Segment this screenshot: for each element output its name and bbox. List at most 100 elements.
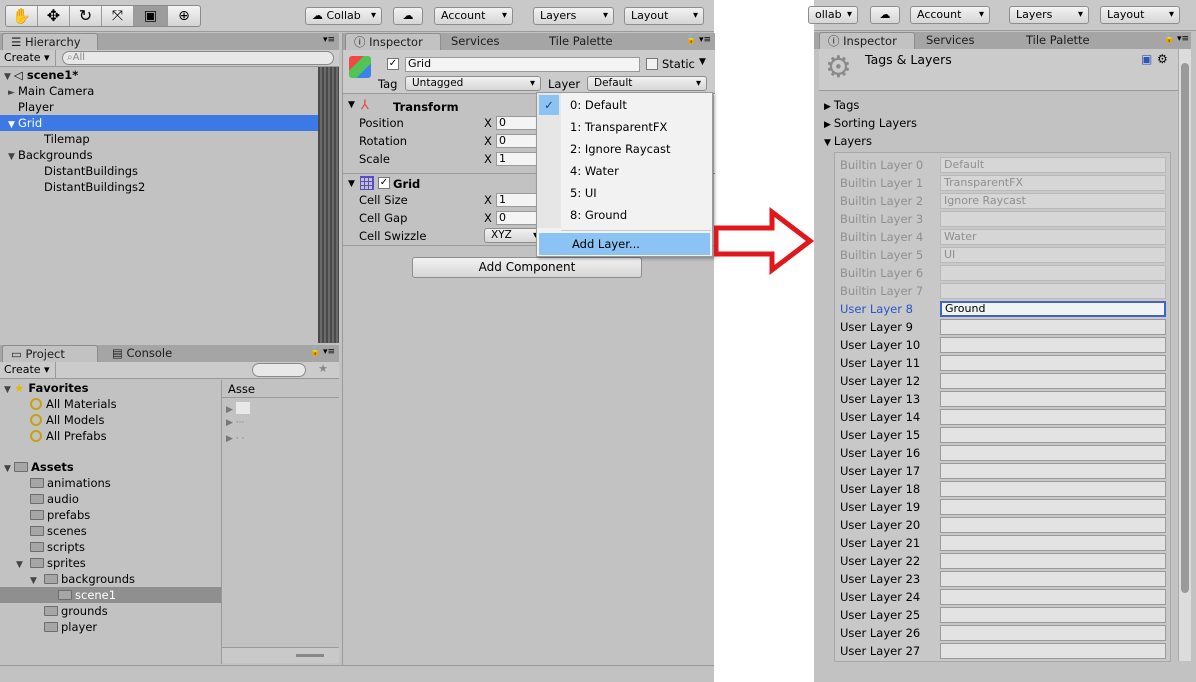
- static-checkbox[interactable]: [646, 58, 658, 70]
- layer-row[interactable]: User Layer 25: [840, 607, 1170, 623]
- hierarchy-row[interactable]: Tilemap: [0, 131, 318, 147]
- transform-x-field[interactable]: 0: [496, 134, 541, 148]
- asset-folder-row[interactable]: animations: [0, 475, 221, 491]
- hierarchy-row[interactable]: Player: [0, 99, 318, 115]
- layer-name-field[interactable]: [940, 553, 1166, 569]
- asset-folder-row[interactable]: audio: [0, 491, 221, 507]
- panel-menu-icon[interactable]: ▾≡: [1177, 34, 1189, 44]
- asset-item[interactable]: ▶ · ·: [226, 434, 244, 444]
- asset-folder-row[interactable]: prefabs: [0, 507, 221, 523]
- scale-tool-icon[interactable]: ⤧: [102, 6, 134, 26]
- layer-row[interactable]: User Layer 13: [840, 391, 1170, 407]
- asset-folder-row[interactable]: grounds: [0, 603, 221, 619]
- layer-row[interactable]: User Layer 15: [840, 427, 1170, 443]
- asset-folder-row[interactable]: scene1: [0, 587, 221, 603]
- asset-folder-row[interactable]: ▼ backgrounds: [0, 571, 221, 587]
- project-search-input[interactable]: [252, 363, 306, 377]
- favorite-row[interactable]: All Prefabs: [0, 428, 221, 444]
- layer-row[interactable]: User Layer 19: [840, 499, 1170, 515]
- active-checkbox[interactable]: ✓: [387, 58, 399, 70]
- asset-item[interactable]: ▶ ···: [226, 418, 244, 428]
- layer-name-field[interactable]: [940, 391, 1166, 407]
- layer-name-field[interactable]: [940, 373, 1166, 389]
- layer-row[interactable]: User Layer 17: [840, 463, 1170, 479]
- layer-menu-item[interactable]: 4: Water: [537, 160, 712, 182]
- tab-hierarchy[interactable]: ☰ Hierarchy: [2, 33, 98, 50]
- panel-menu-icon[interactable]: ▾≡: [699, 35, 711, 45]
- layer-name-field[interactable]: [940, 643, 1166, 659]
- layer-row[interactable]: User Layer 10: [840, 337, 1170, 353]
- section-foldout[interactable]: ▶ Sorting Layers: [824, 116, 917, 132]
- layer-row[interactable]: User Layer 27: [840, 643, 1170, 659]
- grid-x-field[interactable]: 0: [496, 211, 541, 225]
- add-layer-menu-item[interactable]: Add Layer...: [539, 233, 710, 255]
- tab-services[interactable]: Services: [918, 32, 983, 49]
- rect-tool-icon[interactable]: ▣: [134, 6, 168, 26]
- favorite-row[interactable]: All Models: [0, 412, 221, 428]
- layer-name-field[interactable]: [940, 589, 1166, 605]
- lock-icon[interactable]: 🔒: [310, 347, 321, 357]
- lock-icon[interactable]: 🔒: [1164, 34, 1175, 44]
- scrollbar-thumb[interactable]: [1181, 63, 1189, 593]
- layer-menu-item[interactable]: 8: Ground: [537, 204, 712, 226]
- layer-name-field[interactable]: [940, 427, 1166, 443]
- favorite-row[interactable]: All Materials: [0, 396, 221, 412]
- hierarchy-search-input[interactable]: ⌕All: [62, 51, 334, 65]
- layer-menu-item[interactable]: 5: UI: [537, 182, 712, 204]
- transform-foldout-arrow[interactable]: ▼: [348, 100, 355, 110]
- layer-name-field[interactable]: [940, 337, 1166, 353]
- layer-name-field[interactable]: [940, 355, 1166, 371]
- layer-dropdown[interactable]: Default: [587, 76, 707, 91]
- collab-button[interactable]: ollab: [808, 6, 858, 24]
- layer-row[interactable]: User Layer 20: [840, 517, 1170, 533]
- asset-item[interactable]: ▶: [226, 402, 250, 415]
- layer-name-field[interactable]: Ground: [940, 301, 1166, 317]
- cloud-button[interactable]: ☁: [870, 6, 900, 24]
- tag-dropdown[interactable]: Untagged: [405, 76, 541, 91]
- grid-x-field[interactable]: 1: [496, 193, 541, 207]
- help-book-icon[interactable]: ▣: [1141, 52, 1152, 66]
- layer-row[interactable]: User Layer 22: [840, 553, 1170, 569]
- rotate-tool-icon[interactable]: ↻: [70, 6, 102, 26]
- tab-console[interactable]: ▤ Console: [104, 345, 180, 362]
- scene-row[interactable]: ▼ ◁ scene1*: [0, 67, 318, 83]
- hand-tool-icon[interactable]: ✋: [6, 6, 38, 26]
- tab-tile-palette[interactable]: Tile Palette: [1018, 32, 1098, 49]
- grid-foldout-arrow[interactable]: ▼: [348, 179, 355, 189]
- object-name-field[interactable]: Grid: [405, 57, 640, 72]
- section-foldout[interactable]: ▼ Layers: [824, 134, 872, 150]
- add-component-button[interactable]: Add Component: [412, 257, 642, 278]
- transform-x-field[interactable]: 0: [496, 116, 541, 130]
- collab-button[interactable]: ☁ Collab: [305, 7, 382, 25]
- panel-menu-icon[interactable]: ▾≡: [323, 35, 335, 45]
- right-scrollbar[interactable]: [1178, 49, 1191, 661]
- tab-inspector[interactable]: ⓘ Inspector: [345, 33, 441, 50]
- layers-dropdown[interactable]: Layers: [533, 7, 614, 25]
- layer-row[interactable]: User Layer 21: [840, 535, 1170, 551]
- grid-enabled-checkbox[interactable]: ✓: [378, 177, 390, 189]
- favorite-star-icon[interactable]: ★: [312, 362, 334, 378]
- account-dropdown[interactable]: Account: [434, 7, 513, 25]
- zoom-slider[interactable]: [296, 654, 324, 657]
- project-create-button[interactable]: Create ▾: [4, 362, 56, 378]
- asset-folder-row[interactable]: ▼ sprites: [0, 555, 221, 571]
- asset-folder-row[interactable]: scenes: [0, 523, 221, 539]
- tab-project[interactable]: ▭ Project: [2, 345, 98, 362]
- layer-row[interactable]: User Layer 12: [840, 373, 1170, 389]
- layer-row[interactable]: User Layer 14: [840, 409, 1170, 425]
- transform-x-field[interactable]: 1: [496, 152, 541, 166]
- layer-name-field[interactable]: [940, 319, 1166, 335]
- layer-row[interactable]: User Layer 8 Ground: [840, 301, 1170, 317]
- move-tool-icon[interactable]: ✥: [38, 6, 70, 26]
- settings-gear-icon[interactable]: ⚙: [1157, 52, 1168, 66]
- layer-name-field[interactable]: [940, 535, 1166, 551]
- layer-name-field[interactable]: [940, 445, 1166, 461]
- layer-name-field[interactable]: [940, 463, 1166, 479]
- lock-icon[interactable]: 🔒: [686, 35, 697, 45]
- layer-row[interactable]: User Layer 24: [840, 589, 1170, 605]
- tab-services[interactable]: Services: [443, 33, 508, 50]
- account-dropdown[interactable]: Account: [910, 6, 990, 24]
- layer-row[interactable]: User Layer 11: [840, 355, 1170, 371]
- cell-swizzle-dropdown[interactable]: XYZ: [484, 228, 544, 243]
- tab-inspector[interactable]: ⓘ Inspector: [819, 32, 915, 49]
